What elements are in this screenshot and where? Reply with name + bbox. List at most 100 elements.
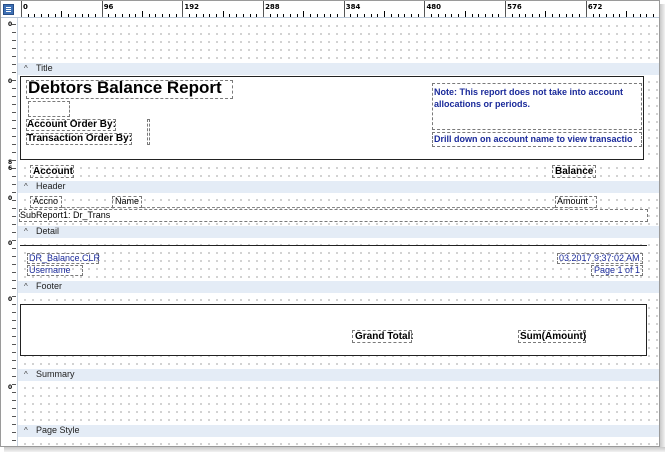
ruler-minor-tick (377, 14, 379, 17)
vruler-tick (12, 120, 16, 121)
ruler-minor-tick (68, 14, 70, 17)
ruler-minor-tick (404, 14, 406, 17)
vruler-zero: 0 (8, 240, 13, 247)
vruler-tick (12, 416, 16, 417)
account-header: Account (33, 166, 73, 177)
name: Name (115, 196, 140, 206)
collapse-caret-icon[interactable]: ^ (24, 227, 28, 236)
ruler-minor-tick (229, 14, 231, 17)
collapse-caret-icon[interactable]: ^ (24, 426, 28, 435)
drill-down-text: Drill down on account name to view trans… (434, 134, 633, 144)
logo-placeholder[interactable] (28, 101, 70, 117)
band-bar-detail[interactable]: ^ Detail (18, 226, 659, 238)
ruler-minor-tick (350, 14, 352, 17)
vruler-tick (12, 144, 16, 145)
ruler-minor-tick (458, 14, 460, 17)
ruler-minor-tick (209, 14, 211, 17)
vruler-tick (12, 248, 16, 249)
vruler-tick (12, 432, 16, 433)
vruler-tick (12, 200, 16, 201)
band-label-header: Header (36, 181, 66, 191)
vruler-tick (12, 408, 16, 409)
ruler-minor-tick (236, 14, 238, 17)
vruler-tick (12, 64, 16, 65)
vruler-tick (12, 288, 16, 289)
account-order-by-label: Account Order By: (27, 119, 116, 130)
page-style-area[interactable] (18, 437, 659, 446)
vruler-tick (12, 192, 16, 193)
ruler-toggle-icon[interactable] (3, 4, 14, 15)
vruler-tick (12, 280, 16, 281)
vruler-tick (12, 104, 16, 105)
vruler-tick (12, 48, 16, 49)
ruler-minor-tick (303, 11, 305, 17)
order-by-value-field[interactable] (147, 119, 150, 145)
accno: Accno (33, 196, 59, 206)
ruler-label: 672 (587, 3, 603, 11)
ruler-minor-tick (532, 14, 534, 17)
vruler-tick (12, 88, 16, 89)
ruler-minor-tick (397, 14, 399, 17)
ruler-minor-tick (175, 14, 177, 17)
collapse-caret-icon[interactable]: ^ (24, 282, 28, 291)
band-label-title: Title (36, 63, 53, 73)
ruler-minor-tick (148, 14, 150, 17)
ruler-minor-tick (310, 14, 312, 17)
ruler-minor-tick (639, 14, 641, 17)
sum-amount: Sum(Amount) (520, 331, 587, 342)
vruler-tick (12, 304, 16, 305)
vruler-tick (12, 24, 16, 25)
accno-underline (62, 207, 114, 208)
ruler-minor-tick (471, 14, 473, 17)
vruler-tick (12, 376, 16, 377)
ruler-minor-tick (269, 14, 271, 17)
ruler-minor-tick (316, 14, 318, 17)
collapse-caret-icon[interactable]: ^ (24, 64, 28, 73)
collapse-caret-icon[interactable]: ^ (24, 370, 28, 379)
ruler-minor-tick (47, 14, 49, 17)
ruler-major-tick (101, 1, 103, 17)
ruler-label: 0 (23, 3, 28, 11)
ruler-minor-tick (363, 14, 365, 17)
ruler-minor-tick (653, 14, 655, 17)
band-bar-header[interactable]: ^ Header (18, 181, 659, 193)
vruler-tick (12, 216, 16, 217)
ruler-minor-tick (525, 14, 527, 17)
collapse-caret-icon[interactable]: ^ (24, 182, 28, 191)
ruler-minor-tick (94, 14, 96, 17)
ruler-minor-tick (222, 11, 224, 17)
ruler-minor-tick (579, 14, 581, 17)
ruler-minor-tick (464, 11, 466, 17)
ruler-minor-tick (538, 14, 540, 17)
page-style-band[interactable] (18, 381, 659, 425)
ruler-minor-tick (410, 14, 412, 17)
vruler-zero: 0 (8, 21, 13, 28)
vruler-six: 6 (8, 165, 13, 172)
title-band-area[interactable] (18, 19, 659, 63)
vruler-tick (12, 96, 16, 97)
band-bar-summary[interactable]: ^ Summary (18, 369, 659, 381)
band-bar-page-style[interactable]: ^ Page Style (18, 425, 659, 437)
vruler-tick (12, 344, 16, 345)
ruler-label: 384 (345, 3, 361, 11)
transaction-order-by-label: Transaction Order By: (27, 133, 133, 144)
vruler-tick (12, 80, 16, 81)
band-bar-title[interactable]: ^ Title (18, 63, 659, 75)
ruler-minor-tick (619, 14, 621, 17)
ruler-minor-tick (592, 14, 594, 17)
vruler-tick (12, 232, 16, 233)
ruler-minor-tick (128, 14, 130, 17)
band-bar-footer[interactable]: ^ Footer (18, 281, 659, 293)
ruler-minor-tick (491, 14, 493, 17)
ruler-label: 480 (426, 3, 442, 11)
ruler-minor-tick (444, 14, 446, 17)
ruler-major-tick (182, 1, 184, 17)
vruler-tick (12, 32, 16, 33)
vruler-tick (12, 360, 16, 361)
note-text: Note: This report does not take into acc… (434, 87, 624, 109)
ruler-minor-tick (74, 14, 76, 17)
vruler-tick (12, 264, 16, 265)
ruler-minor-tick (632, 14, 634, 17)
subreport-field[interactable] (19, 209, 648, 222)
vruler-tick (12, 240, 16, 241)
